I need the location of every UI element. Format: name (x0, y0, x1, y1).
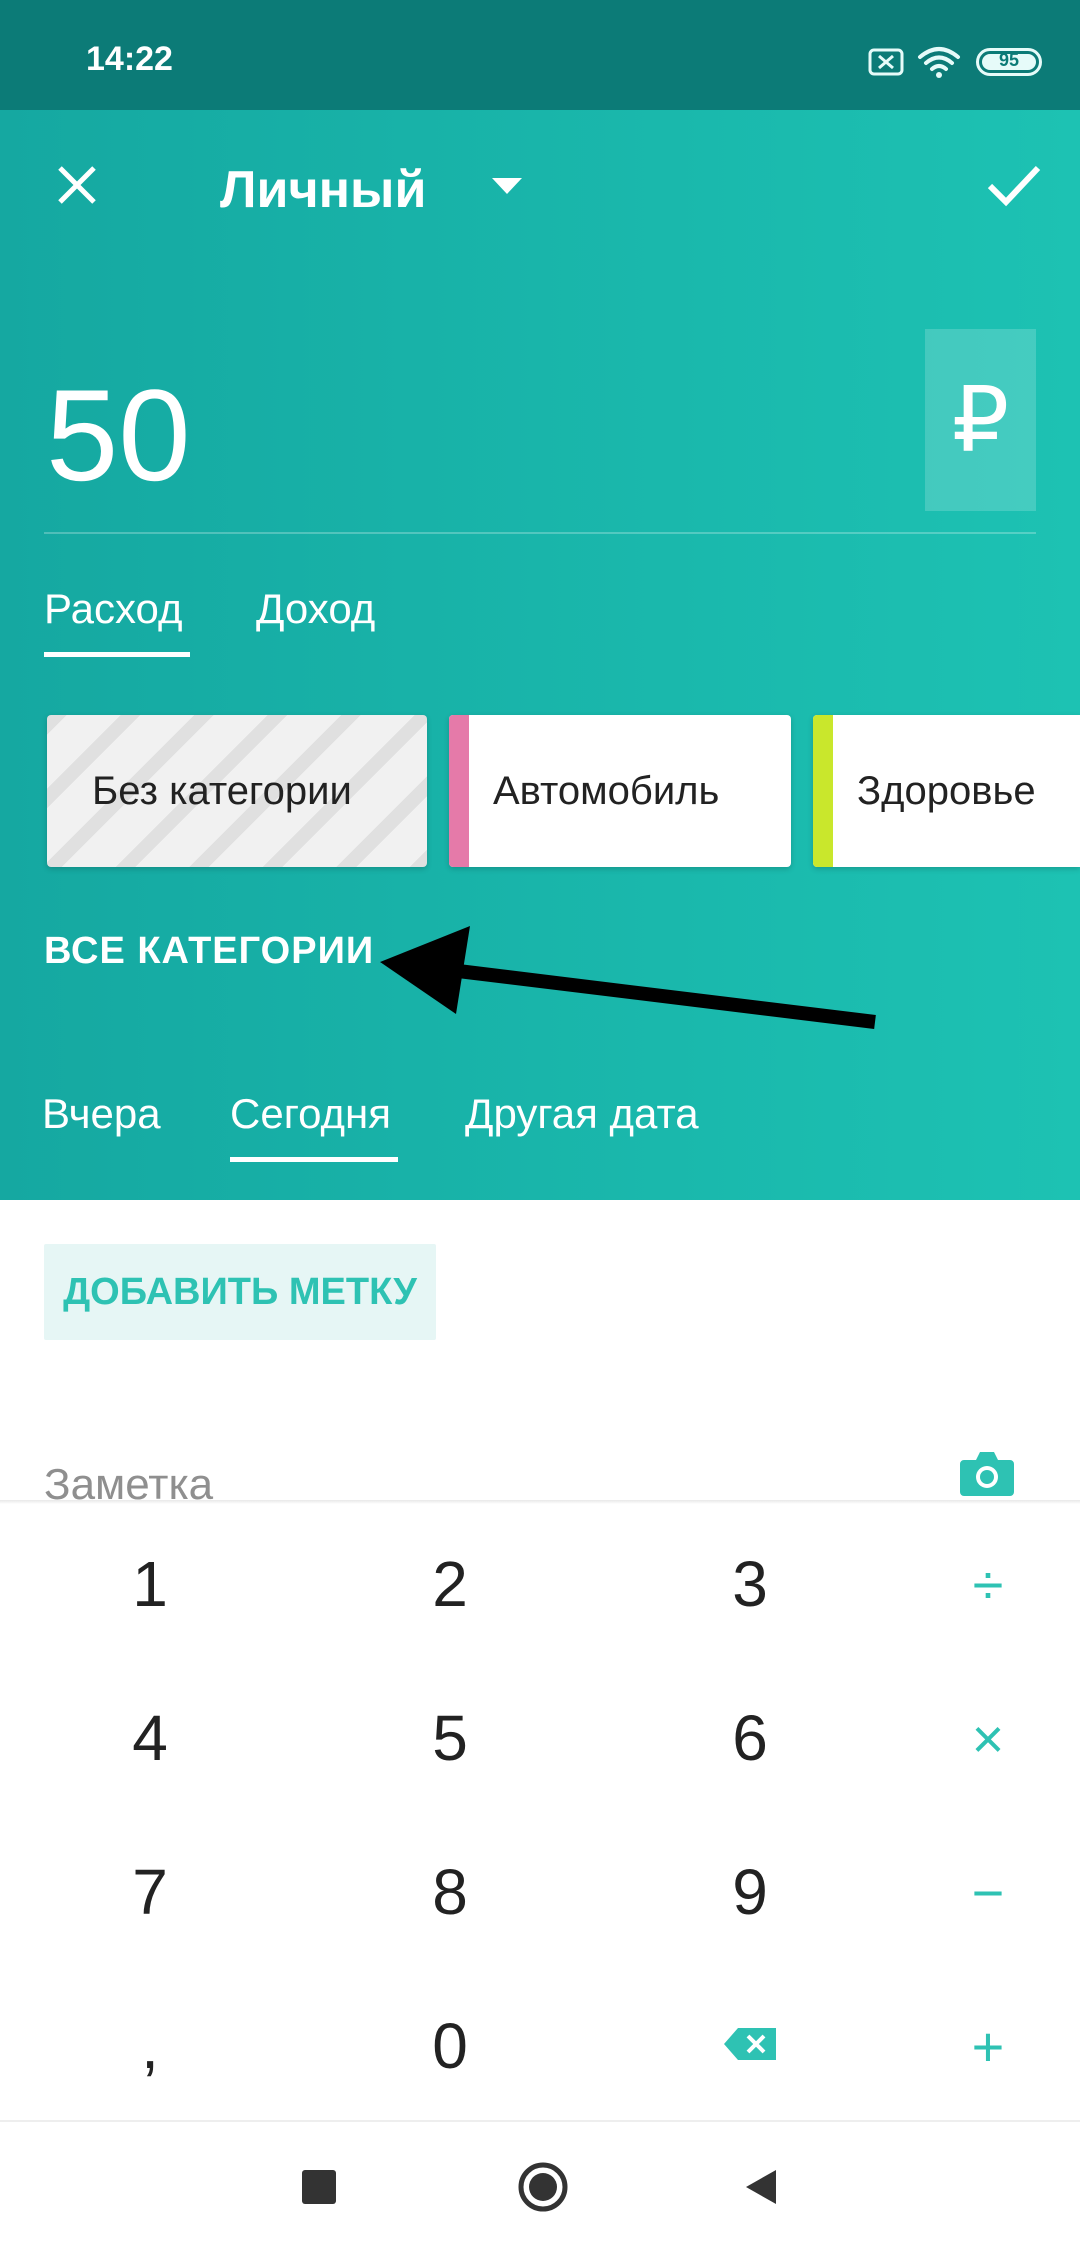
recent-apps-icon[interactable] (302, 2170, 336, 2204)
battery-icon: 95 (976, 48, 1042, 76)
all-categories-link[interactable]: ВСЕ КАТЕГОРИИ (44, 930, 374, 973)
back-icon[interactable] (744, 2168, 778, 2206)
amount-divider (44, 532, 1036, 534)
tab-today[interactable]: Сегодня (230, 1090, 391, 1138)
key-0[interactable]: 0 (350, 1991, 550, 2101)
camera-icon[interactable] (958, 1448, 1016, 1498)
category-card-auto[interactable]: Автомобиль (449, 715, 791, 867)
close-icon[interactable] (52, 160, 102, 210)
key-3[interactable]: 3 (650, 1529, 850, 1639)
tab-expense[interactable]: Расход (44, 585, 182, 633)
key-multiply[interactable]: × (888, 1683, 1080, 1793)
category-label: Автомобиль (493, 768, 720, 813)
category-card-none[interactable]: Без категории (47, 715, 427, 867)
tab-today-underline (230, 1157, 398, 1162)
tab-income[interactable]: Доход (256, 585, 375, 633)
key-divide[interactable]: ÷ (888, 1529, 1080, 1639)
key-4[interactable]: 4 (50, 1683, 250, 1793)
key-9[interactable]: 9 (650, 1837, 850, 1947)
category-label: Без категории (92, 768, 352, 813)
currency-symbol: ₽ (951, 370, 1010, 471)
battery-level: 95 (998, 50, 1020, 70)
key-6[interactable]: 6 (650, 1683, 850, 1793)
key-1[interactable]: 1 (50, 1529, 250, 1639)
key-2[interactable]: 2 (350, 1529, 550, 1639)
check-icon[interactable] (984, 160, 1044, 210)
status-time: 14:22 (86, 40, 173, 78)
currency-button[interactable]: ₽ (925, 329, 1036, 511)
wifi-icon (918, 47, 960, 78)
key-plus[interactable]: + (888, 1991, 1080, 2101)
annotation-arrow-icon (380, 926, 876, 1029)
tab-expense-underline (44, 652, 190, 657)
status-bar: 14:22 95 (0, 0, 1080, 110)
key-comma[interactable]: , (50, 1991, 250, 2101)
category-card-health[interactable]: Здоровье (813, 715, 1080, 867)
backspace-icon[interactable] (722, 2026, 778, 2062)
add-tag-label: ДОБАВИТЬ МЕТКУ (63, 1270, 417, 1313)
key-7[interactable]: 7 (50, 1837, 250, 1947)
category-label: Здоровье (857, 768, 1036, 813)
key-5[interactable]: 5 (350, 1683, 550, 1793)
tab-yesterday[interactable]: Вчера (42, 1090, 161, 1138)
tab-other-date[interactable]: Другая дата (465, 1090, 699, 1138)
key-minus[interactable]: − (888, 1837, 1080, 1947)
home-icon[interactable] (516, 2160, 570, 2214)
chevron-down-icon[interactable] (490, 176, 524, 196)
account-title[interactable]: Личный (220, 160, 426, 220)
category-color-bar (813, 715, 833, 867)
key-8[interactable]: 8 (350, 1837, 550, 1947)
add-tag-button[interactable]: ДОБАВИТЬ МЕТКУ (44, 1244, 436, 1340)
amount-value[interactable]: 50 (46, 360, 191, 510)
category-color-bar (449, 715, 469, 867)
notification-icon (868, 48, 904, 76)
